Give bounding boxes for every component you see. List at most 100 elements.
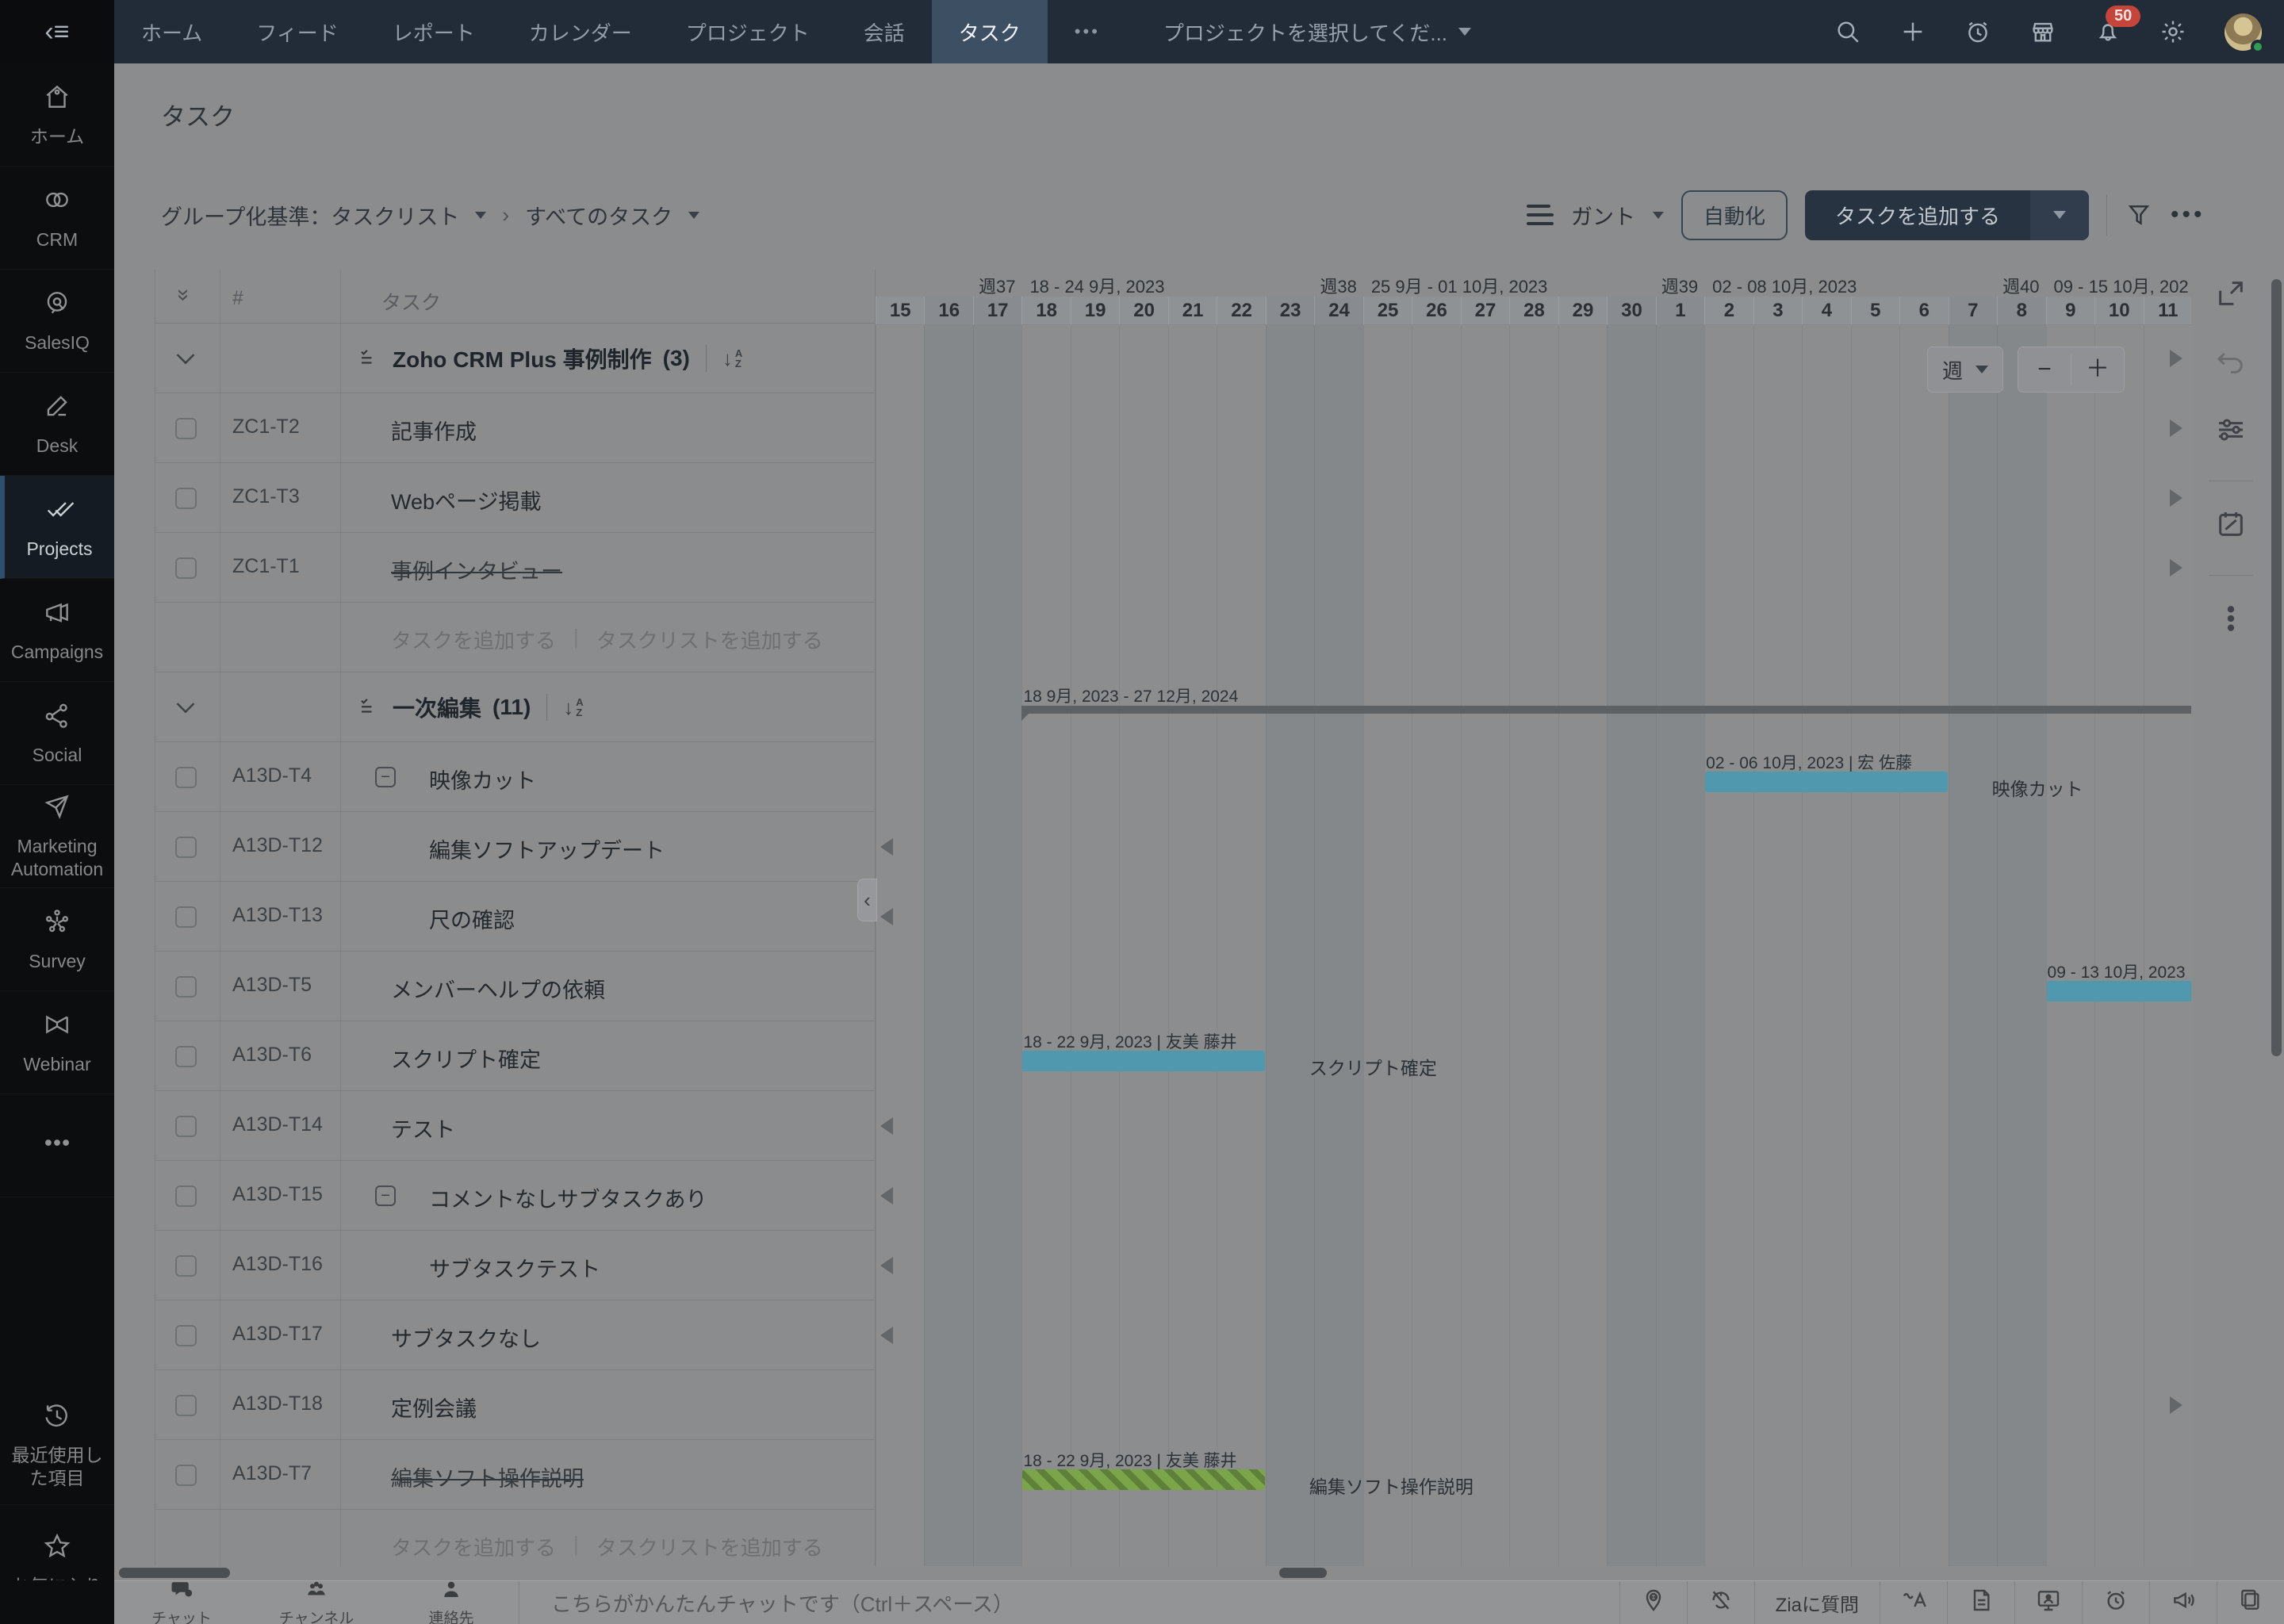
notifications-icon[interactable]: 50	[2094, 18, 2121, 45]
panel-splitter-handle[interactable]: ‹	[857, 879, 877, 921]
task-checkbox[interactable]	[175, 1395, 197, 1416]
more-options-icon[interactable]: •••	[2171, 201, 2205, 228]
bottombar-チャット[interactable]: チャット	[114, 1577, 249, 1624]
task-name[interactable]: コメントなしサブタスクあり	[429, 1182, 707, 1213]
filter-icon[interactable]	[2125, 201, 2153, 229]
gantt-task-bar[interactable]	[1705, 772, 1947, 792]
gantt-task-bar[interactable]	[1022, 1051, 1264, 1071]
nav-more-icon[interactable]: •••	[1048, 0, 1127, 63]
kebab-menu-icon[interactable]	[2213, 601, 2248, 636]
avatar[interactable]	[2225, 13, 2262, 51]
scroll-to-bar-left-arrow[interactable]	[880, 1117, 893, 1135]
task-name[interactable]: 事例インタビュー	[391, 554, 562, 585]
gantt-task-bar[interactable]	[2047, 981, 2191, 1002]
task-checkbox[interactable]	[175, 1325, 197, 1346]
nav-tab-ホーム[interactable]: ホーム	[114, 0, 229, 63]
nav-tab-タスク[interactable]: タスク	[932, 0, 1048, 63]
task-name[interactable]: サブタスクなし	[391, 1322, 541, 1353]
nav-tab-会話[interactable]: 会話	[837, 0, 932, 63]
task-name[interactable]: Webページ掲載	[391, 485, 542, 515]
sort-icon[interactable]: ↓AZ	[563, 695, 583, 720]
add-task-button[interactable]: タスクを追加する	[1805, 190, 2089, 240]
task-name[interactable]: 尺の確認	[429, 903, 515, 934]
nav-tab-カレンダー[interactable]: カレンダー	[502, 0, 659, 63]
scroll-to-bar-left-arrow[interactable]	[880, 838, 893, 856]
task-name[interactable]: テスト	[391, 1113, 455, 1143]
scroll-to-bar-left-arrow[interactable]	[880, 1187, 893, 1205]
scroll-to-bar-left-arrow[interactable]	[880, 908, 893, 925]
sidebar-item-最近使用した項目[interactable]: 最近使用した項目	[0, 1386, 114, 1505]
sidebar-item-Campaigns[interactable]: Campaigns	[0, 579, 114, 682]
nav-tab-レポート[interactable]: レポート	[366, 0, 502, 63]
task-checkbox[interactable]	[175, 1046, 197, 1067]
task-name[interactable]: 編集ソフトアップデート	[429, 833, 665, 864]
bottombar-連絡先[interactable]: 連絡先	[384, 1577, 519, 1624]
task-name[interactable]: 定例会議	[391, 1392, 477, 1423]
add-task-link[interactable]: タスクを追加する	[391, 625, 556, 654]
notes-icon[interactable]	[1947, 1581, 2014, 1624]
sidebar-item-Projects[interactable]: Projects	[0, 476, 114, 579]
sidebar-item-Survey[interactable]: Survey	[0, 888, 114, 991]
task-checkbox[interactable]	[175, 1185, 197, 1207]
zoom-unit-selector[interactable]: 週	[1927, 347, 2003, 393]
scroll-to-bar-right-arrow[interactable]	[2170, 559, 2182, 576]
sort-icon[interactable]: ↓AZ	[722, 347, 742, 371]
view-selector[interactable]: ガント	[1571, 200, 1635, 231]
add-tasklist-link[interactable]: タスクリストを追加する	[596, 625, 823, 654]
screen-share-icon[interactable]	[2014, 1581, 2082, 1624]
sidebar-item-SalesIQ[interactable]: SalesIQ	[0, 270, 114, 373]
undo-icon[interactable]	[2213, 344, 2248, 379]
scroll-to-bar-right-arrow[interactable]	[2170, 1396, 2182, 1414]
add-icon[interactable]	[1899, 18, 1926, 45]
zoom-out-button[interactable]: −	[2018, 347, 2071, 392]
sidebar-item-Social[interactable]: Social	[0, 682, 114, 785]
sidebar-item-Desk[interactable]: Desk	[0, 373, 114, 476]
collapse-group-icon[interactable]	[177, 347, 195, 365]
task-checkbox[interactable]	[175, 976, 197, 998]
scroll-to-bar-left-arrow[interactable]	[880, 1327, 893, 1344]
tips-icon[interactable]	[1619, 1581, 1687, 1624]
nav-tab-プロジェクト[interactable]: プロジェクト	[659, 0, 837, 63]
task-name[interactable]: メンバーヘルプの依頼	[391, 973, 605, 1004]
task-checkbox[interactable]	[175, 1255, 197, 1277]
gantt-task-bar[interactable]	[1022, 1469, 1264, 1490]
task-checkbox[interactable]	[175, 906, 197, 928]
subtask-toggle-icon[interactable]: −	[375, 767, 396, 787]
sidebar-item-CRM[interactable]: CRM	[0, 167, 114, 270]
group-by-selector[interactable]: グループ化基準：タスクリスト	[161, 200, 459, 231]
add-task-link[interactable]: タスクを追加する	[391, 1532, 556, 1561]
task-checkbox[interactable]	[175, 418, 197, 439]
settings-sliders-icon[interactable]	[2213, 412, 2248, 447]
task-name[interactable]: サブタスクテスト	[429, 1252, 600, 1283]
task-name[interactable]: 編集ソフト操作説明	[391, 1461, 584, 1492]
task-name[interactable]: 記事作成	[391, 415, 477, 446]
gantt-summary-bar[interactable]	[1021, 706, 2191, 714]
search-icon[interactable]	[1834, 18, 1861, 45]
task-name[interactable]: 映像カット	[429, 764, 536, 795]
zia-voice-off-icon[interactable]	[1687, 1581, 1754, 1624]
sidebar-item-Marketing Automation[interactable]: Marketing Automation	[0, 785, 114, 888]
quick-chat-input[interactable]: こちらがかんたんチャットです（Ctrl＋スペース）	[519, 1581, 1619, 1624]
subtask-toggle-icon[interactable]: −	[375, 1185, 396, 1206]
add-task-dropdown[interactable]	[2030, 190, 2089, 240]
zoom-in-button[interactable]: ＋	[2071, 347, 2124, 392]
collapse-all-icon[interactable]: »	[171, 289, 197, 301]
task-checkbox[interactable]	[175, 1465, 197, 1486]
sidebar-toggle-icon[interactable]: ‹≡	[0, 0, 114, 63]
task-checkbox[interactable]	[175, 557, 197, 579]
sidebar-item-•••[interactable]	[0, 1094, 114, 1197]
scroll-to-bar-right-arrow[interactable]	[2170, 350, 2182, 367]
view-all-tasks-selector[interactable]: すべてのタスク	[525, 200, 673, 231]
automation-button[interactable]: 自動化	[1681, 190, 1788, 240]
vertical-scrollbar-thumb[interactable]	[2271, 279, 2282, 1056]
gantt-hscrollbar-thumb[interactable]	[1279, 1568, 1327, 1578]
task-checkbox[interactable]	[175, 837, 197, 858]
tasklist-name[interactable]: 一次編集	[393, 691, 481, 723]
sidebar-item-ホーム[interactable]: ホーム	[0, 63, 114, 167]
collapse-group-icon[interactable]	[177, 695, 195, 714]
sidebar-item-Webinar[interactable]: Webinar	[0, 991, 114, 1094]
task-name[interactable]: スクリプト確定	[391, 1043, 541, 1074]
scroll-to-bar-right-arrow[interactable]	[2170, 489, 2182, 507]
reminder-icon[interactable]	[1964, 18, 1991, 45]
nav-tab-フィード[interactable]: フィード	[229, 0, 365, 63]
